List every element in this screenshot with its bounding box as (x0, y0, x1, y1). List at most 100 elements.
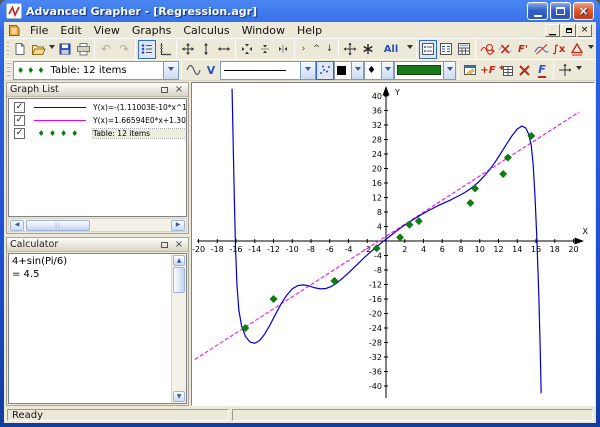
graph-list-toggle-button[interactable] (138, 39, 156, 59)
axes-toggle-button[interactable] (156, 40, 174, 59)
scroll-right-button[interactable]: ▶ (171, 219, 185, 231)
graph-selector-combo[interactable]: ♦♦♦ Table: 12 items (13, 60, 179, 80)
undo-button[interactable]: ↶ (97, 40, 115, 59)
graph-plot[interactable]: YX-20 -18 -16 -14 -12 -10 -8 -6 -4 -2 2 4 6 8 10 12 14 16… (192, 83, 595, 406)
visibility-checkbox[interactable] (14, 128, 25, 139)
minimize-button[interactable] (527, 2, 548, 20)
new-document-button[interactable] (11, 40, 29, 59)
nudge-up-button[interactable]: ^ (310, 40, 323, 59)
graph-list-item[interactable]: Y(x)=1.66594E0*x+1.3004 (9, 114, 186, 127)
line-style-combo[interactable] (220, 60, 316, 80)
close-panel-button[interactable]: × (173, 84, 185, 95)
scroll-up-button[interactable]: ▲ (173, 255, 185, 266)
graph-list-item[interactable]: Y(x)=-(1.11003E-10*x^10)-8 (9, 101, 186, 114)
default-scale-button[interactable] (341, 40, 359, 59)
visibility-checkbox[interactable] (14, 115, 25, 126)
horizontal-scrollbar[interactable]: ◀ || ▶ (8, 218, 187, 232)
integral-button[interactable]: ∫x (550, 40, 568, 59)
float-panel-button[interactable] (158, 84, 170, 95)
shrink-both-button[interactable] (238, 40, 256, 59)
stretch-vertical-button[interactable] (197, 40, 215, 59)
nudge-right-button[interactable]: › (297, 40, 310, 59)
right-arrow-icon: › (301, 44, 306, 54)
toolbar-grip[interactable] (7, 41, 9, 57)
menu-calculus[interactable]: Calculus (177, 23, 235, 38)
toolbar-grip[interactable] (7, 62, 11, 78)
calculator-caption[interactable]: Calculator × (7, 238, 188, 252)
axes-properties-button[interactable] (556, 61, 574, 80)
trace-button[interactable] (478, 40, 496, 59)
open-file-dropdown[interactable] (47, 40, 56, 59)
svg-text:Y: Y (394, 88, 400, 97)
maximize-button[interactable] (550, 2, 571, 20)
graph-list-item[interactable]: ♦♦♦♦ Table: 12 items (9, 127, 186, 140)
graph-list-caption[interactable]: Graph List × (7, 83, 188, 97)
scrollbar-thumb[interactable] (173, 267, 185, 293)
close-button[interactable]: × (573, 2, 594, 20)
vertical-scrollbar[interactable]: ▲ ▼ (171, 254, 186, 403)
nudge-down-button[interactable]: ↓ (323, 40, 336, 59)
graph-list-panel-button[interactable] (419, 39, 437, 59)
mdi-close-button[interactable]: × (577, 23, 592, 37)
marker-style-combo[interactable]: ♦ (364, 60, 394, 80)
curve-type-button[interactable] (184, 61, 202, 80)
marker-style-dropdown[interactable] (381, 61, 393, 79)
scale-all-button[interactable]: All (377, 40, 405, 59)
print-button[interactable] (74, 40, 92, 59)
document-icon[interactable] (6, 24, 21, 37)
shrink-vertical-button[interactable] (256, 40, 274, 59)
fill-color-dropdown[interactable] (443, 61, 455, 79)
menu-help[interactable]: Help (291, 23, 328, 38)
axes-properties-dropdown[interactable] (574, 61, 583, 80)
calculator-panel-button[interactable] (455, 40, 473, 59)
shrink-horizontal-button[interactable] (274, 40, 292, 59)
calculator-text[interactable]: 4+sin(Pi/6) = 4.5 (9, 254, 171, 403)
regression-dropdown[interactable] (586, 40, 595, 59)
table-panel-button[interactable] (437, 40, 455, 59)
delete-trace-button[interactable] (496, 40, 514, 59)
derivative-button[interactable]: F' (514, 40, 532, 59)
menu-view[interactable]: View (88, 23, 126, 38)
scale-all-dropdown[interactable] (405, 40, 414, 59)
stretch-horizontal-button[interactable] (215, 40, 233, 59)
close-panel-button[interactable]: × (173, 239, 185, 250)
tangent-button[interactable] (532, 40, 550, 59)
scrollbar-thumb[interactable]: || (26, 219, 90, 231)
mdi-minimize-button[interactable]: ▁ (545, 23, 560, 37)
line-color-dropdown[interactable] (351, 61, 363, 79)
delete-graph-button[interactable] (515, 61, 533, 80)
menu-edit[interactable]: Edit (54, 23, 87, 38)
graph-selector-dropdown[interactable] (163, 61, 178, 79)
float-panel-button[interactable] (158, 239, 170, 250)
points-style-button[interactable] (316, 60, 334, 80)
graph-properties-button[interactable] (461, 61, 479, 80)
line-style-sample (224, 69, 286, 71)
edit-function-button[interactable]: F (533, 61, 551, 80)
menu-window[interactable]: Window (236, 23, 291, 38)
pan-graph-button[interactable] (179, 40, 197, 59)
save-icon (59, 43, 71, 55)
add-table-button[interactable] (497, 61, 515, 80)
add-function-button[interactable]: +F (479, 61, 497, 80)
v-shape-button[interactable]: V (202, 61, 220, 80)
regression-button[interactable] (568, 40, 586, 59)
toolbar-separator (294, 40, 295, 58)
new-document-icon (15, 43, 25, 55)
scroll-down-button[interactable]: ▼ (173, 391, 185, 402)
open-file-button[interactable] (29, 40, 47, 59)
svg-text:-4: -4 (345, 245, 353, 254)
title-bar[interactable]: Advanced Grapher - [Regression.agr] × (4, 0, 596, 22)
save-button[interactable] (56, 40, 74, 59)
menu-file[interactable]: File (24, 23, 54, 38)
line-style-dropdown[interactable] (300, 61, 315, 79)
autoscale-button[interactable] (359, 40, 377, 59)
scroll-left-button[interactable]: ◀ (10, 219, 24, 231)
line-color-combo[interactable] (334, 60, 364, 80)
main-content: Graph List × Y(x)=-(1.11003E-10*x^10)-8 (4, 81, 596, 407)
status-extra (232, 409, 593, 421)
visibility-checkbox[interactable] (14, 102, 25, 113)
fill-color-combo[interactable] (394, 60, 456, 80)
mdi-restore-button[interactable] (561, 23, 576, 37)
redo-button[interactable]: ↷ (115, 40, 133, 59)
menu-graphs[interactable]: Graphs (126, 23, 177, 38)
